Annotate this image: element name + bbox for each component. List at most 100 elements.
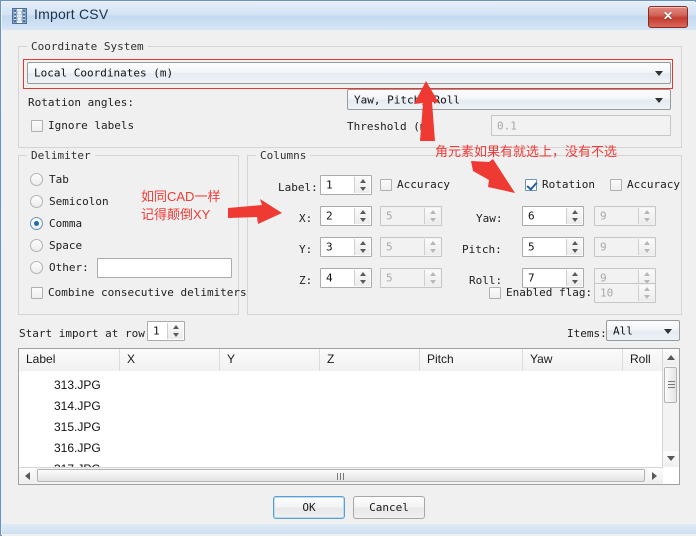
spinner-down-icon[interactable] [355, 278, 370, 286]
chevron-down-icon [655, 97, 663, 103]
yaw-column-spinner[interactable]: 6 [522, 206, 584, 226]
delimiter-radio-other-label: Other: [49, 261, 89, 274]
accuracy-right-label: Accuracy [627, 178, 680, 191]
enabled-flag-spinner[interactable]: 10 [594, 283, 656, 303]
table-vertical-scrollbar[interactable] [662, 349, 679, 467]
scroll-left-arrow-icon[interactable] [19, 468, 35, 483]
y-accuracy-spinner[interactable]: 5 [380, 237, 442, 257]
spinner-up-icon[interactable] [639, 208, 654, 216]
spinner-buttons[interactable] [566, 270, 582, 286]
spinner-up-icon[interactable] [567, 270, 582, 278]
table-col-label[interactable]: Label [19, 349, 120, 371]
table-horizontal-scrollbar[interactable] [19, 467, 663, 484]
rotation-angles-combo[interactable]: Yaw, Pitch, Roll [347, 89, 671, 110]
table-row[interactable]: 313.JPG [19, 375, 679, 396]
spinner-down-icon[interactable] [425, 278, 440, 286]
spinner-down-icon[interactable] [355, 216, 370, 224]
combine-delimiters-label: Combine consecutive delimiters [48, 286, 247, 299]
horizontal-scroll-thumb[interactable] [37, 469, 645, 482]
spinner-down-icon[interactable] [567, 247, 582, 255]
roll-column-spinner[interactable]: 7 [522, 268, 584, 288]
scroll-right-arrow-icon[interactable] [647, 468, 663, 483]
z-column-spinner[interactable]: 4 [320, 268, 372, 288]
table-col-yaw[interactable]: Yaw [523, 349, 623, 371]
spinner-up-icon[interactable] [355, 208, 370, 216]
vertical-scroll-thumb[interactable] [664, 367, 677, 403]
spinner-buttons[interactable] [424, 270, 440, 286]
table-col-y[interactable]: Y [220, 349, 320, 371]
scroll-down-arrow-icon[interactable] [663, 451, 678, 467]
table-col-z[interactable]: Z [320, 349, 420, 371]
y-column-spinner[interactable]: 3 [320, 237, 372, 257]
preview-table: Label X Y Z Pitch Yaw Roll 313.JPG 314.J… [18, 348, 680, 485]
spinner-down-icon[interactable] [567, 216, 582, 224]
roll-column-label: Roll: [469, 274, 503, 287]
spinner-up-icon[interactable] [168, 323, 183, 331]
spinner-up-icon[interactable] [425, 270, 440, 278]
spinner-buttons[interactable] [354, 208, 370, 224]
spinner-buttons[interactable] [566, 239, 582, 255]
spinner-up-icon[interactable] [355, 177, 370, 185]
table-row[interactable]: 315.JPG [19, 417, 679, 438]
yaw-accuracy-spinner[interactable]: 9 [594, 206, 656, 226]
spinner-buttons[interactable] [424, 208, 440, 224]
delimiter-other-input[interactable] [97, 258, 232, 278]
ok-button[interactable]: OK [273, 496, 345, 519]
spinner-down-icon[interactable] [639, 216, 654, 224]
spinner-up-icon[interactable] [355, 270, 370, 278]
spinner-buttons[interactable] [167, 323, 183, 339]
threshold-input[interactable]: 0.1 [491, 115, 671, 136]
spinner-down-icon[interactable] [639, 293, 654, 301]
spinner-up-icon[interactable] [639, 285, 654, 293]
items-label: Items: [567, 327, 607, 340]
spinner-buttons[interactable] [566, 208, 582, 224]
cancel-button[interactable]: Cancel [353, 496, 425, 519]
spinner-up-icon[interactable] [639, 239, 654, 247]
spinner-up-icon[interactable] [355, 239, 370, 247]
spinner-down-icon[interactable] [425, 216, 440, 224]
label-column-spinner[interactable]: 1 [320, 175, 372, 195]
spinner-down-icon[interactable] [567, 278, 582, 286]
spinner-down-icon[interactable] [425, 247, 440, 255]
items-combo[interactable]: All [606, 320, 680, 341]
spinner-buttons[interactable] [354, 239, 370, 255]
table-row[interactable]: 314.JPG [19, 396, 679, 417]
spinner-up-icon[interactable] [567, 208, 582, 216]
x-column-spinner[interactable]: 2 [320, 206, 372, 226]
pitch-column-spinner[interactable]: 5 [522, 237, 584, 257]
spinner-down-icon[interactable] [355, 247, 370, 255]
spinner-down-icon[interactable] [355, 185, 370, 193]
cell-label: 316.JPG [54, 441, 101, 455]
spinner-buttons[interactable] [638, 208, 654, 224]
coordinate-system-combo[interactable]: Local Coordinates (m) [27, 62, 671, 84]
rotation-angles-label: Rotation angles: [28, 96, 134, 109]
spinner-buttons[interactable] [638, 239, 654, 255]
spinner-buttons[interactable] [424, 239, 440, 255]
table-col-roll[interactable]: Roll [623, 349, 663, 371]
table-col-x[interactable]: X [120, 349, 220, 371]
table-row[interactable]: 316.JPG [19, 438, 679, 459]
spinner-up-icon[interactable] [567, 239, 582, 247]
threshold-value: 0.1 [497, 119, 517, 132]
close-button[interactable]: ✕ [648, 6, 688, 28]
spinner-up-icon[interactable] [425, 208, 440, 216]
spinner-up-icon[interactable] [639, 270, 654, 278]
z-accuracy-spinner[interactable]: 5 [380, 268, 442, 288]
x-column-label: X: [299, 212, 313, 225]
table-col-pitch[interactable]: Pitch [420, 349, 523, 371]
start-import-spinner[interactable]: 1 [147, 321, 185, 341]
spinner-up-icon[interactable] [425, 239, 440, 247]
spinner-buttons[interactable] [354, 177, 370, 193]
spinner-buttons[interactable] [638, 285, 654, 301]
scroll-up-arrow-icon[interactable] [663, 349, 678, 365]
enabled-flag-value: 10 [600, 286, 614, 300]
spinner-buttons[interactable] [354, 270, 370, 286]
roll-column-value: 7 [528, 271, 535, 285]
chevron-down-icon [655, 71, 663, 76]
spinner-down-icon[interactable] [639, 247, 654, 255]
radio-circle [30, 217, 43, 230]
pitch-accuracy-spinner[interactable]: 9 [594, 237, 656, 257]
spinner-down-icon[interactable] [168, 331, 183, 339]
x-accuracy-spinner[interactable]: 5 [380, 206, 442, 226]
start-import-label: Start import at row: [19, 327, 152, 340]
